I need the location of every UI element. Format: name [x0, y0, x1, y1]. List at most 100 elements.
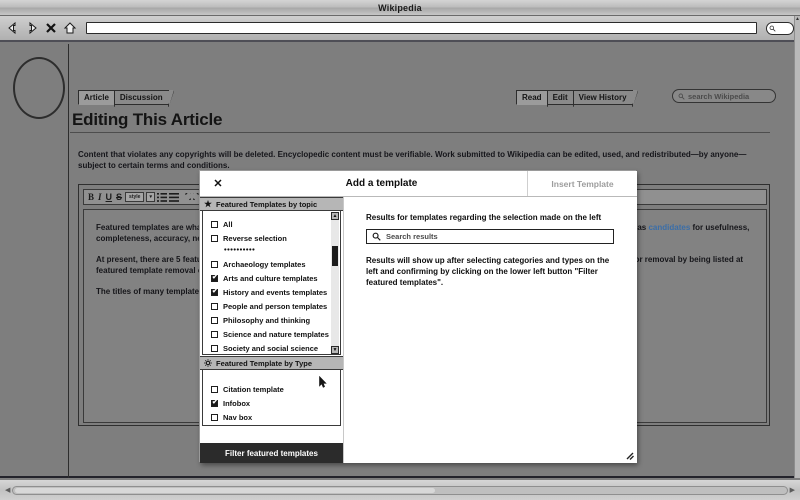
- tab-read[interactable]: Read: [516, 90, 553, 107]
- list-item[interactable]: Nav box: [203, 410, 340, 424]
- tab-read-label: Read: [522, 93, 542, 102]
- home-icon[interactable]: [63, 21, 77, 35]
- scroll-right-icon[interactable]: ▶: [788, 486, 797, 494]
- tab-article[interactable]: Article: [78, 90, 120, 107]
- scrollbar-track[interactable]: [331, 220, 339, 346]
- list-item[interactable]: Philosophy and thinking: [203, 313, 340, 327]
- list-item-label: Infobox: [223, 398, 251, 408]
- style-dropdown[interactable]: style: [125, 192, 145, 202]
- scrollbar-thumb[interactable]: [332, 246, 338, 266]
- list-item-label: History and events templates: [223, 287, 328, 297]
- list-item[interactable]: Reverse selection: [203, 231, 340, 245]
- bold-icon[interactable]: B: [87, 192, 95, 202]
- search-icon: [372, 232, 381, 241]
- insert-template-button[interactable]: Insert Template: [527, 171, 637, 196]
- checkbox[interactable]: [211, 234, 218, 242]
- list-item[interactable]: Infobox: [203, 396, 340, 410]
- add-template-dialog: ✕ Add a template Insert Template Feature…: [199, 170, 637, 463]
- strikethrough-icon[interactable]: S: [115, 192, 123, 202]
- checkbox[interactable]: [211, 330, 218, 338]
- tab-view-history[interactable]: View History: [572, 90, 638, 107]
- browser-horizontal-scrollbar[interactable]: ◀ ▶: [0, 480, 800, 500]
- list-divider: ••••••••••: [224, 245, 256, 254]
- checkbox[interactable]: [211, 385, 218, 393]
- search-icon: [678, 93, 685, 100]
- browser-titlebar: Wikipedia: [0, 0, 800, 16]
- wikipedia-search-input[interactable]: search Wikipedia: [672, 89, 776, 103]
- browser-window-title: Wikipedia: [378, 2, 422, 13]
- close-icon[interactable]: ✕: [200, 171, 236, 196]
- checkbox[interactable]: [211, 287, 218, 296]
- search-results-placeholder: Search results: [386, 232, 438, 241]
- forward-arrow-icon[interactable]: [25, 21, 39, 35]
- checkbox[interactable]: [211, 220, 218, 228]
- browser-search-box[interactable]: [766, 21, 794, 35]
- list-item[interactable]: Society and social science: [203, 341, 340, 354]
- stop-close-icon[interactable]: [44, 21, 58, 35]
- checkbox[interactable]: [211, 273, 218, 282]
- scrollbar-track[interactable]: [12, 485, 788, 495]
- page-title: Editing This Article: [72, 110, 223, 129]
- title-underline: [70, 132, 770, 133]
- checkbox[interactable]: [211, 344, 218, 352]
- list-item-label: Archaeology templates: [223, 259, 306, 269]
- tab-slash-icon: [167, 90, 174, 107]
- dialog-header: ✕ Add a template Insert Template: [200, 171, 637, 197]
- article-intro-paragraph: Content that violates any copyrights wil…: [78, 150, 747, 170]
- tab-edit[interactable]: Edit: [546, 90, 579, 107]
- wikipedia-page: Article Discussion Read Edit View Histor…: [0, 44, 800, 478]
- tab-slash-icon: [631, 90, 638, 107]
- page-tabs: Article Discussion: [78, 89, 174, 107]
- checkbox[interactable]: [211, 398, 218, 407]
- resize-grip-icon[interactable]: [626, 452, 634, 460]
- scroll-up-icon[interactable]: ▲: [795, 16, 800, 22]
- search-icon: [769, 25, 776, 32]
- list-item[interactable]: People and person templates: [203, 299, 340, 313]
- list-item-label: Reverse selection: [223, 233, 287, 243]
- list-item[interactable]: Science and nature templates: [203, 327, 340, 341]
- list-numbered-icon[interactable]: [156, 192, 167, 202]
- checkbox[interactable]: [211, 316, 218, 324]
- results-empty-message: Results will show up after selecting cat…: [366, 256, 610, 287]
- topic-checkbox-list: All Reverse selection •••••••••• Archaeo…: [202, 211, 341, 355]
- scrollbar-thumb[interactable]: [15, 487, 436, 493]
- undo-icon[interactable]: [181, 192, 191, 202]
- scroll-left-icon[interactable]: ◀: [3, 486, 12, 494]
- screen-root: Wikipedia Article Discussion Read Edit V…: [0, 0, 800, 500]
- scroll-down-icon[interactable]: ▼: [331, 346, 339, 354]
- list-item[interactable]: History and events templates: [203, 285, 340, 299]
- italic-icon[interactable]: I: [97, 192, 103, 202]
- checkbox[interactable]: [211, 413, 218, 421]
- list-item-label: People and person templates: [223, 301, 328, 311]
- tab-discussion[interactable]: Discussion: [113, 90, 174, 107]
- browser-vertical-scrollbar[interactable]: ▲: [794, 16, 800, 478]
- search-results-input[interactable]: Search results: [366, 229, 614, 244]
- back-arrow-icon[interactable]: [6, 21, 20, 35]
- featured-templates-by-topic-header[interactable]: Featured Templates by topic: [200, 197, 343, 211]
- wikipedia-search-placeholder: search Wikipedia: [688, 91, 750, 101]
- list-item[interactable]: Archaeology templates: [203, 257, 340, 271]
- featured-template-by-type-header[interactable]: Featured Template by Type: [200, 356, 343, 370]
- checkbox[interactable]: [211, 260, 218, 268]
- browser-navigation-bar: [0, 16, 800, 42]
- scroll-up-icon[interactable]: ▲: [331, 212, 339, 220]
- dialog-right-panel: Results for templates regarding the sele…: [343, 197, 637, 463]
- chevron-down-icon[interactable]: ▾: [146, 192, 155, 202]
- tab-discussion-label: Discussion: [119, 93, 163, 102]
- underline-icon[interactable]: U: [105, 192, 114, 202]
- results-heading: Results for templates regarding the sele…: [366, 213, 602, 222]
- topic-list-scrollbar[interactable]: ▲ ▼: [331, 212, 339, 354]
- list-item[interactable]: Arts and culture templates: [203, 271, 340, 285]
- type-header-label: Featured Template by Type: [216, 358, 312, 368]
- checkbox[interactable]: [211, 302, 218, 310]
- list-item[interactable]: All: [203, 217, 340, 231]
- filter-featured-templates-button[interactable]: Filter featured templates: [200, 443, 343, 463]
- list-bulleted-icon[interactable]: [168, 192, 179, 202]
- candidates-link[interactable]: candidates: [648, 223, 690, 232]
- list-item-label: Citation template: [223, 384, 284, 394]
- url-input[interactable]: [86, 22, 757, 34]
- view-tabs: Read Edit View History: [516, 89, 638, 107]
- list-item-label: Nav box: [223, 412, 253, 422]
- mouse-cursor-icon: [319, 376, 327, 388]
- list-item-label: All: [223, 219, 233, 229]
